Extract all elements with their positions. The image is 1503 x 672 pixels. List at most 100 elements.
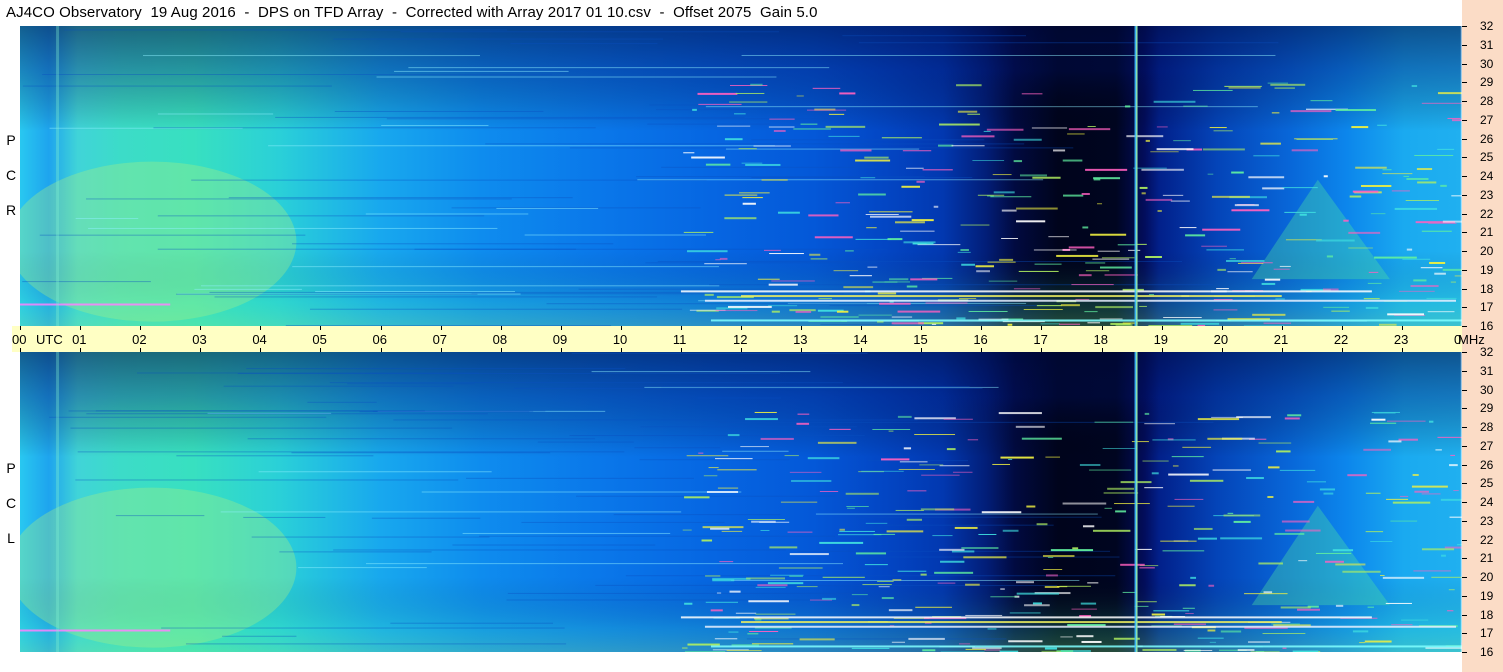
speckle: [1365, 531, 1384, 533]
speckle: [1124, 105, 1131, 108]
spectral-line: [376, 76, 777, 78]
speckle: [829, 428, 851, 430]
freq-tick-label: 17: [1480, 626, 1494, 641]
speckle: [1323, 492, 1334, 495]
speckle: [965, 614, 1003, 616]
spectral-line: [243, 516, 326, 518]
speckle: [988, 280, 1018, 282]
speckle: [967, 439, 979, 441]
speckle: [1207, 173, 1214, 175]
spectral-line: [381, 125, 489, 127]
freq-tick-label: 25: [1480, 476, 1494, 491]
spectral-line: [307, 401, 377, 403]
speckle: [1262, 187, 1285, 190]
freq-tick: [1462, 633, 1467, 635]
speckle: [1150, 151, 1179, 153]
spectral-line: [479, 535, 835, 537]
speckle: [1145, 139, 1150, 142]
spectral-line: [333, 549, 786, 551]
rcp-spectrogram: [20, 26, 1462, 326]
speckle: [937, 582, 956, 584]
freq-tick: [1462, 251, 1467, 252]
speckle: [791, 479, 832, 482]
speckle: [1370, 213, 1386, 215]
speckle: [855, 238, 892, 240]
spectral-line: [359, 411, 530, 413]
freq-tick-label: 16: [1480, 319, 1494, 333]
speckle: [1292, 650, 1319, 652]
speckle: [1016, 592, 1060, 595]
spectral-line: [153, 127, 596, 129]
speckle: [888, 430, 894, 432]
speckle: [1335, 604, 1344, 607]
speckle: [1185, 234, 1206, 237]
speckle: [1253, 155, 1280, 157]
freq-tick: [1462, 119, 1467, 121]
speckle: [1101, 257, 1135, 259]
speckle: [745, 163, 781, 166]
speckle: [978, 533, 997, 535]
speckle: [910, 278, 938, 281]
spectral-line: [639, 459, 790, 461]
speckle: [710, 527, 730, 530]
speckle: [819, 491, 839, 493]
time-tick-label: 08: [492, 332, 508, 347]
time-tick: [981, 326, 983, 330]
speckle: [1420, 267, 1443, 269]
speckle: [1391, 624, 1413, 626]
speckle: [1233, 520, 1251, 523]
speckle: [1016, 581, 1034, 584]
freq-tick: [1462, 539, 1467, 541]
speckle: [807, 457, 840, 460]
speckle: [1002, 529, 1019, 532]
speckle: [1126, 135, 1164, 138]
speckle: [1085, 262, 1106, 264]
freq-tick-label: 26: [1480, 131, 1494, 146]
speckle: [796, 422, 810, 425]
speckle: [1209, 127, 1227, 129]
time-tick-label: 02: [132, 332, 147, 347]
speckle: [886, 530, 924, 533]
speckle: [1097, 203, 1103, 205]
freq-tick: [1462, 445, 1467, 447]
speckle: [1347, 474, 1367, 477]
speckle: [1062, 159, 1083, 162]
spectral-line: [496, 207, 599, 209]
spectral-line: [334, 110, 544, 112]
speckle: [1268, 466, 1280, 469]
speckle: [1315, 552, 1352, 554]
spectral-line: [390, 622, 554, 624]
speckle: [1431, 576, 1462, 578]
spectral-line: [661, 166, 877, 168]
speckle: [1450, 454, 1456, 456]
time-tick-label: 23: [1393, 332, 1409, 347]
time-tick-label: 15: [913, 332, 928, 347]
speckle: [1048, 236, 1069, 238]
freq-tick: [1462, 63, 1467, 65]
speckle: [1021, 93, 1043, 95]
speckle: [1079, 463, 1101, 466]
speckle: [817, 441, 857, 444]
speckle: [939, 548, 965, 551]
speckle: [921, 474, 960, 476]
speckle: [1173, 623, 1207, 625]
speckle: [845, 492, 879, 495]
speckle: [1244, 593, 1288, 595]
speckle: [1032, 602, 1042, 605]
speckle: [1359, 642, 1366, 644]
speckle: [972, 160, 1005, 162]
freq-tick: [1462, 577, 1467, 578]
time-tick-label: 05: [312, 332, 327, 347]
utc-label: UTC: [36, 332, 63, 347]
pol-letter-bottom-2: C: [5, 495, 17, 511]
freq-tick: [1462, 558, 1467, 560]
spectral-line: [291, 452, 551, 454]
speckle: [1250, 651, 1280, 652]
speckle: [760, 437, 794, 440]
speckle: [1023, 309, 1063, 311]
speckle: [1406, 177, 1429, 180]
speckle: [1293, 500, 1315, 503]
speckle: [746, 577, 785, 580]
speckle: [939, 123, 980, 126]
spectral-line: [88, 227, 498, 229]
